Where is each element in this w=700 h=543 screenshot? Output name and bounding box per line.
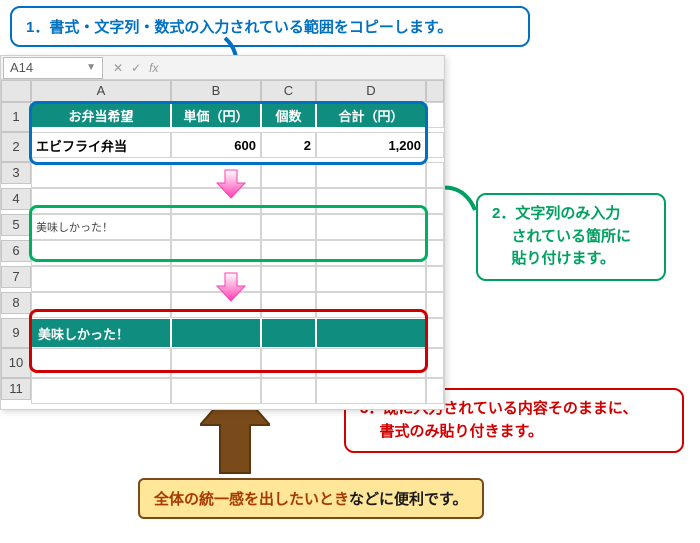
tip-rest: などに便利です。 — [349, 491, 468, 508]
cell-B2[interactable]: 600 — [171, 132, 261, 158]
cell-D8[interactable] — [316, 292, 426, 318]
cell-A3[interactable] — [31, 162, 171, 188]
col-header-A[interactable]: A — [31, 80, 171, 102]
row-header-5[interactable]: 5 — [1, 214, 31, 236]
cell-A1[interactable]: お弁当希望 — [31, 102, 171, 128]
cell-A11[interactable] — [31, 378, 171, 404]
cell-C3[interactable] — [261, 162, 316, 188]
cell-E9[interactable] — [426, 318, 444, 348]
col-header-C[interactable]: C — [261, 80, 316, 102]
cell-D10[interactable] — [316, 348, 426, 378]
row-header-11[interactable]: 11 — [1, 378, 31, 400]
cell-A4[interactable] — [31, 188, 171, 214]
cell-B6[interactable] — [171, 240, 261, 266]
fx-buttons: ✕ ✓ fx — [105, 61, 158, 75]
cell-E1[interactable] — [426, 102, 444, 128]
pink-arrow-1 — [216, 169, 246, 199]
cell-A7[interactable] — [31, 266, 171, 292]
cell-C7[interactable] — [261, 266, 316, 292]
row-header-1[interactable]: 1 — [1, 102, 31, 132]
cell-A6[interactable] — [31, 240, 171, 266]
cell-B11[interactable] — [171, 378, 261, 404]
dropdown-icon[interactable]: ▼ — [86, 62, 96, 73]
cell-E6[interactable] — [426, 240, 444, 266]
row-header-7[interactable]: 7 — [1, 266, 31, 288]
cell-D5[interactable] — [316, 214, 426, 240]
cell-C10[interactable] — [261, 348, 316, 378]
formula-bar: A14 ▼ ✕ ✓ fx — [1, 56, 444, 80]
cell-D1[interactable]: 合計（円） — [316, 102, 426, 128]
spreadsheet-window: A14 ▼ ✕ ✓ fx A B C D 1 お弁当希望 単価（円） 個数 合計… — [0, 55, 445, 410]
callout-tip: 全体の統一感を出したいときなどに便利です。 — [138, 478, 484, 519]
tip-accent: 全体の統一感を出したいとき — [154, 491, 349, 508]
cell-D4[interactable] — [316, 188, 426, 214]
cell-E10[interactable] — [426, 348, 444, 378]
cell-A10[interactable] — [31, 348, 171, 378]
cell-C1[interactable]: 個数 — [261, 102, 316, 128]
col-header-D[interactable]: D — [316, 80, 426, 102]
cell-C5[interactable] — [261, 214, 316, 240]
cell-D9[interactable] — [316, 318, 426, 348]
cell-C8[interactable] — [261, 292, 316, 318]
cell-E4[interactable] — [426, 188, 444, 214]
callout-step1: 1．書式・文字列・数式の入力されている範囲をコピーします。 — [10, 6, 530, 47]
cell-E7[interactable] — [426, 266, 444, 292]
row-header-9[interactable]: 9 — [1, 318, 31, 348]
row-header-6[interactable]: 6 — [1, 240, 31, 262]
row-header-4[interactable]: 4 — [1, 188, 31, 210]
fx-icon[interactable]: fx — [149, 61, 158, 75]
callout-step2-line1: 2．文字列のみ入力 — [492, 203, 650, 226]
cell-E11[interactable] — [426, 378, 444, 404]
row-header-3[interactable]: 3 — [1, 162, 31, 184]
cell-B5[interactable] — [171, 214, 261, 240]
row-header-10[interactable]: 10 — [1, 348, 31, 378]
name-box[interactable]: A14 ▼ — [3, 57, 103, 79]
col-header-B[interactable]: B — [171, 80, 261, 102]
cell-D3[interactable] — [316, 162, 426, 188]
pink-arrow-2 — [216, 272, 246, 302]
cell-B10[interactable] — [171, 348, 261, 378]
callout-step3-line2: 書式のみ貼り付きます。 — [360, 421, 668, 444]
cell-C11[interactable] — [261, 378, 316, 404]
cell-E5[interactable] — [426, 214, 444, 240]
cell-D11[interactable] — [316, 378, 426, 404]
callout-step2-line3: 貼り付けます。 — [492, 248, 650, 271]
callout-step2: 2．文字列のみ入力 されている箇所に 貼り付けます。 — [476, 193, 666, 281]
cell-C4[interactable] — [261, 188, 316, 214]
commit-icon[interactable]: ✓ — [131, 61, 141, 75]
cell-C6[interactable] — [261, 240, 316, 266]
cell-C9[interactable] — [261, 318, 316, 348]
cell-A5[interactable]: 美味しかった！ — [31, 214, 171, 240]
grid[interactable]: A B C D 1 お弁当希望 単価（円） 個数 合計（円） 2 エビフライ弁当… — [1, 80, 444, 404]
cell-E8[interactable] — [426, 292, 444, 318]
cell-B1[interactable]: 単価（円） — [171, 102, 261, 128]
name-box-value: A14 — [10, 60, 33, 75]
cell-D7[interactable] — [316, 266, 426, 292]
cell-E3[interactable] — [426, 162, 444, 188]
cell-B9[interactable] — [171, 318, 261, 348]
col-header-edge — [426, 80, 444, 102]
cell-A9[interactable]: 美味しかった！ — [31, 318, 171, 348]
cell-A2[interactable]: エビフライ弁当 — [31, 132, 171, 158]
cell-E2[interactable] — [426, 132, 444, 158]
cell-C2[interactable]: 2 — [261, 132, 316, 158]
cell-D6[interactable] — [316, 240, 426, 266]
callout-step2-line2: されている箇所に — [492, 226, 650, 249]
cell-A8[interactable] — [31, 292, 171, 318]
select-all-corner[interactable] — [1, 80, 31, 102]
cancel-icon[interactable]: ✕ — [113, 61, 123, 75]
row-header-8[interactable]: 8 — [1, 292, 31, 314]
cell-D2[interactable]: 1,200 — [316, 132, 426, 158]
row-header-2[interactable]: 2 — [1, 132, 31, 162]
